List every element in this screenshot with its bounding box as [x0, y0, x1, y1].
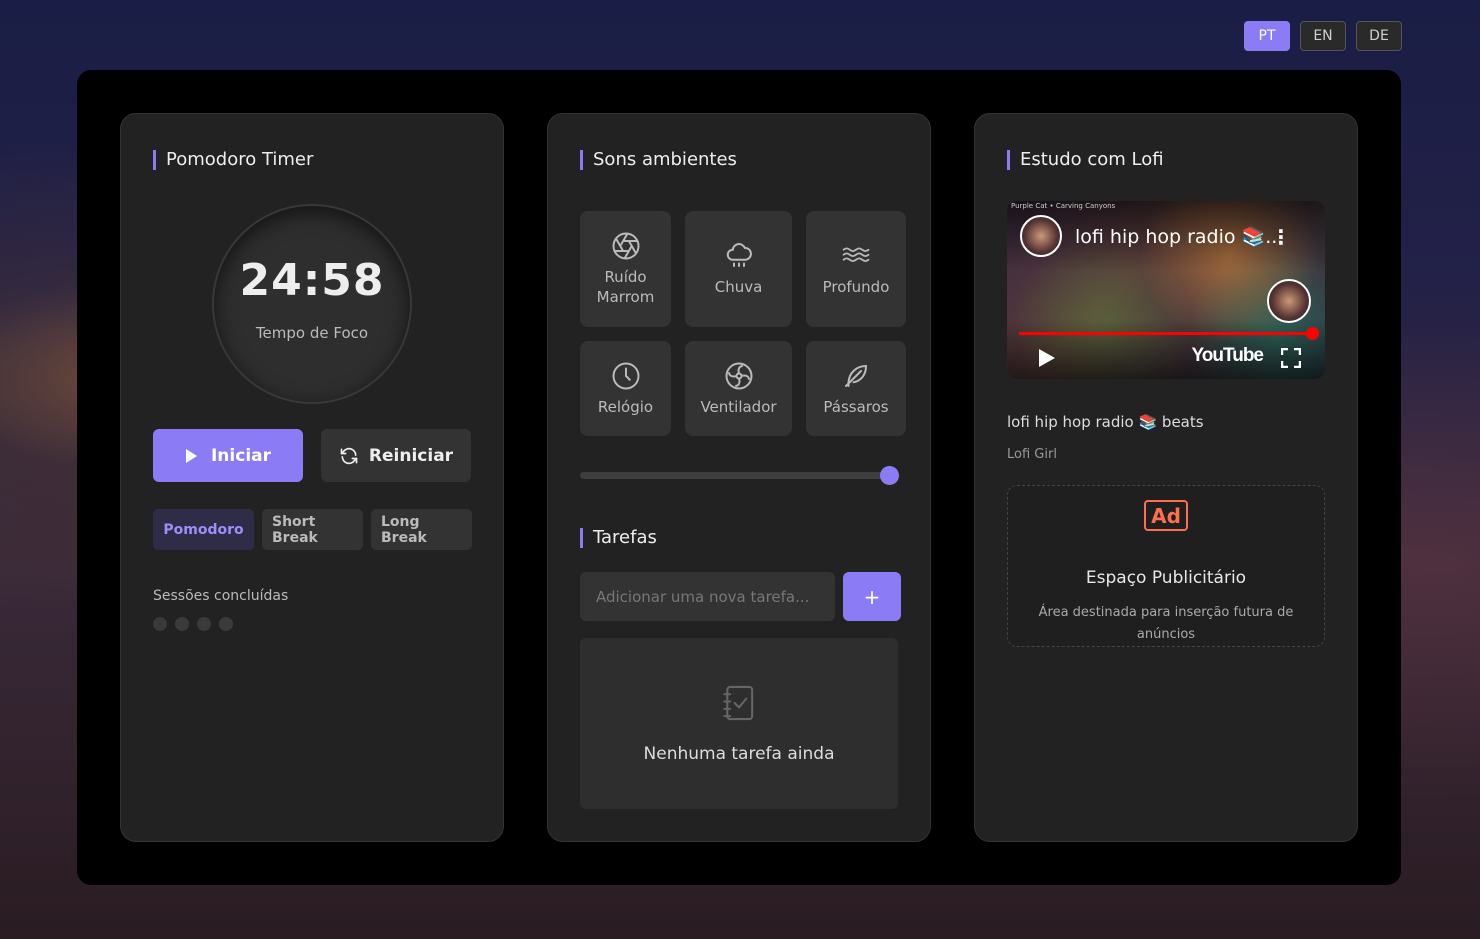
- aperture-icon: [612, 232, 639, 260]
- sounds-card: Sons ambientes Ruído Marrom Chuva Profun…: [547, 113, 931, 842]
- youtube-video-player[interactable]: Purple Cat • Carving Canyons lofi hip ho…: [1007, 201, 1325, 379]
- session-dot: [219, 617, 233, 631]
- sound-label: Chuva: [714, 278, 763, 296]
- video-channel-name: Lofi Girl: [1007, 447, 1057, 462]
- ad-icon: Ad: [1144, 500, 1188, 531]
- timer-label: Tempo de Foco: [255, 323, 369, 342]
- video-meta-title: lofi hip hop radio 📚 beats: [1007, 413, 1204, 431]
- lang-button-pt[interactable]: PT: [1244, 21, 1290, 51]
- channel-avatar[interactable]: [1020, 215, 1062, 257]
- volume-slider[interactable]: [580, 466, 899, 485]
- start-button-label: Iniciar: [210, 445, 271, 466]
- video-progress-thumb[interactable]: [1306, 327, 1319, 340]
- app-container: Pomodoro Timer 24:58 Tempo de Foco Inici…: [77, 70, 1401, 885]
- play-icon: [185, 448, 197, 463]
- lang-button-en[interactable]: EN: [1300, 21, 1346, 51]
- ad-title: Espaço Publicitário: [1085, 568, 1247, 588]
- language-switcher: PT EN DE: [1244, 21, 1402, 51]
- sound-label: Relógio: [597, 397, 654, 416]
- sessions-label: Sessões concluídas: [153, 588, 289, 604]
- task-empty-text: Nenhuma tarefa ainda: [643, 743, 835, 764]
- task-empty-state: Nenhuma tarefa ainda: [580, 638, 898, 809]
- lofi-card: Estudo com Lofi Purple Cat • Carving Can…: [974, 113, 1358, 842]
- sound-label: Pássaros: [823, 397, 889, 416]
- video-progress-bar[interactable]: [1019, 327, 1319, 340]
- start-button[interactable]: Iniciar: [153, 429, 303, 482]
- session-dot: [175, 617, 189, 631]
- channel-watermark-avatar[interactable]: [1267, 279, 1311, 323]
- sound-brown-noise[interactable]: Ruído Marrom: [580, 211, 671, 327]
- sound-fan[interactable]: Ventilador: [685, 341, 792, 436]
- mode-short-break-button[interactable]: Short Break: [262, 509, 363, 550]
- mode-selector: Pomodoro Short Break Long Break: [153, 509, 472, 550]
- volume-slider-thumb[interactable]: [880, 466, 899, 485]
- feather-icon: [845, 364, 867, 387]
- sound-clock[interactable]: Relógio: [580, 341, 671, 436]
- pomodoro-title: Pomodoro Timer: [153, 150, 313, 170]
- mode-long-break-button[interactable]: Long Break: [371, 509, 472, 550]
- sound-label: Ruído Marrom: [596, 268, 655, 306]
- sessions-dots: [153, 617, 233, 631]
- sound-deep[interactable]: Profundo: [806, 211, 906, 327]
- pomodoro-card: Pomodoro Timer 24:58 Tempo de Foco Inici…: [120, 113, 504, 842]
- ad-placeholder: Ad Espaço Publicitário Área destinada pa…: [1007, 485, 1325, 647]
- session-dot: [153, 617, 167, 631]
- sound-label: Profundo: [822, 278, 890, 296]
- refresh-icon: [340, 447, 358, 464]
- add-task-button[interactable]: +: [843, 572, 901, 621]
- video-subtitle: Purple Cat • Carving Canyons: [1011, 202, 1116, 210]
- lang-button-de[interactable]: DE: [1356, 21, 1402, 51]
- sounds-title: Sons ambientes: [580, 150, 737, 170]
- reset-button-label: Reiniciar: [368, 445, 454, 466]
- timer-display: 24:58 Tempo de Foco: [214, 206, 410, 402]
- session-dot: [197, 617, 211, 631]
- reset-button[interactable]: Reiniciar: [321, 429, 471, 482]
- clock-icon: [612, 362, 639, 389]
- tasks-title: Tarefas: [580, 528, 657, 548]
- fan-icon: [725, 362, 752, 389]
- play-icon[interactable]: [1039, 349, 1055, 367]
- sound-rain[interactable]: Chuva: [685, 211, 792, 327]
- sound-label: Ventilador: [700, 397, 777, 416]
- task-input[interactable]: [580, 572, 835, 621]
- lofi-title: Estudo com Lofi: [1007, 150, 1164, 170]
- mode-pomodoro-button[interactable]: Pomodoro: [153, 509, 254, 550]
- more-vert-icon[interactable]: ⋮: [1271, 225, 1291, 249]
- notebook-check-icon: [723, 685, 754, 720]
- waves-icon: [842, 247, 870, 263]
- sound-birds[interactable]: Pássaros: [806, 341, 906, 436]
- fullscreen-icon[interactable]: [1281, 348, 1301, 368]
- timer-time: 24:58: [239, 254, 385, 306]
- cloud-rain-icon: [726, 243, 752, 267]
- ad-description: Área destinada para inserção futura de a…: [1038, 605, 1294, 642]
- video-title[interactable]: lofi hip hop radio 📚...: [1075, 225, 1283, 248]
- youtube-logo[interactable]: YouTube: [1192, 345, 1264, 367]
